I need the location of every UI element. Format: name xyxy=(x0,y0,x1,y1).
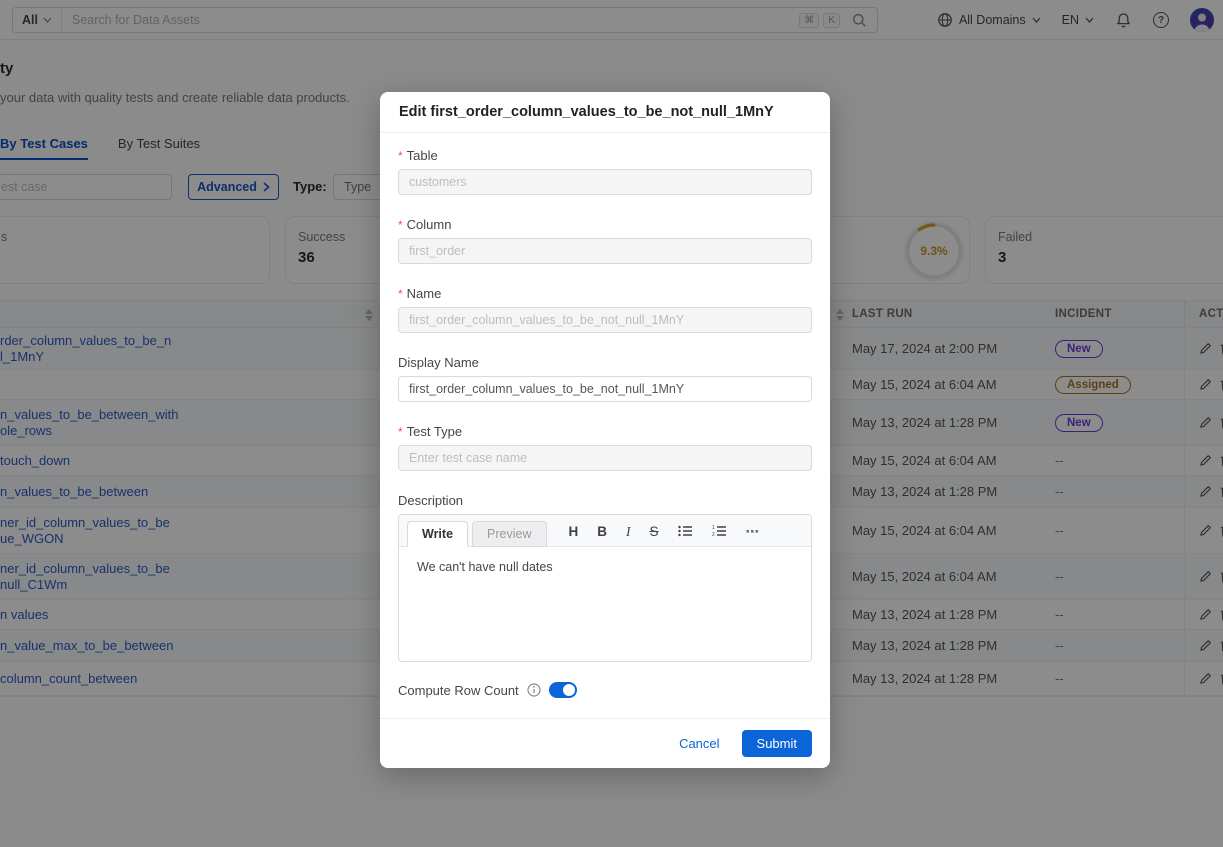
preview-tab[interactable]: Preview xyxy=(472,521,546,547)
test-type-field xyxy=(398,445,812,471)
description-editor: Write Preview H B I S 12 ⋯ We can't have… xyxy=(398,514,812,662)
edit-test-case-modal: Edit first_order_column_values_to_be_not… xyxy=(380,92,830,768)
required-asterisk: * xyxy=(398,287,403,301)
strikethrough-icon[interactable]: S xyxy=(650,525,659,539)
required-asterisk: * xyxy=(398,218,403,232)
name-field xyxy=(398,307,812,333)
display-name-field[interactable] xyxy=(398,376,812,402)
compute-row-count-label: Compute Row Count xyxy=(398,683,519,698)
modal-title: Edit first_order_column_values_to_be_not… xyxy=(399,104,774,120)
write-tab[interactable]: Write xyxy=(407,521,468,547)
heading-icon[interactable]: H xyxy=(569,525,579,539)
table-field xyxy=(398,169,812,195)
cancel-button[interactable]: Cancel xyxy=(679,736,719,751)
numbered-list-icon[interactable]: 12 xyxy=(712,525,727,537)
bullet-list-icon[interactable] xyxy=(678,525,693,537)
name-field-label: * Name xyxy=(398,286,812,301)
modal-body: * Table * Column * Name xyxy=(380,133,830,718)
svg-text:2: 2 xyxy=(712,532,715,537)
modal-header: Edit first_order_column_values_to_be_not… xyxy=(380,92,830,133)
description-field-label: Description xyxy=(398,493,812,508)
italic-icon[interactable]: I xyxy=(626,525,631,539)
required-asterisk: * xyxy=(398,149,403,163)
info-icon[interactable] xyxy=(527,683,541,697)
column-field-label: * Column xyxy=(398,217,812,232)
app-window: All Search for Data Assets ⌘ K All Domai… xyxy=(0,0,1223,847)
table-field-label: * Table xyxy=(398,148,812,163)
submit-button[interactable]: Submit xyxy=(742,730,812,757)
svg-text:1: 1 xyxy=(712,525,715,531)
test-type-field-label: * Test Type xyxy=(398,424,812,439)
description-content[interactable]: We can't have null dates xyxy=(399,547,811,587)
toggle-knob xyxy=(563,684,575,696)
more-options-icon[interactable]: ⋯ xyxy=(746,525,761,539)
required-asterisk: * xyxy=(398,425,403,439)
modal-footer: Cancel Submit xyxy=(380,718,830,768)
compute-row-count-row: Compute Row Count xyxy=(398,682,812,698)
column-field xyxy=(398,238,812,264)
compute-row-count-toggle[interactable] xyxy=(549,682,577,698)
display-name-field-label: Display Name xyxy=(398,355,812,370)
bold-icon[interactable]: B xyxy=(597,525,607,539)
editor-toolbar: Write Preview H B I S 12 ⋯ xyxy=(399,515,811,547)
